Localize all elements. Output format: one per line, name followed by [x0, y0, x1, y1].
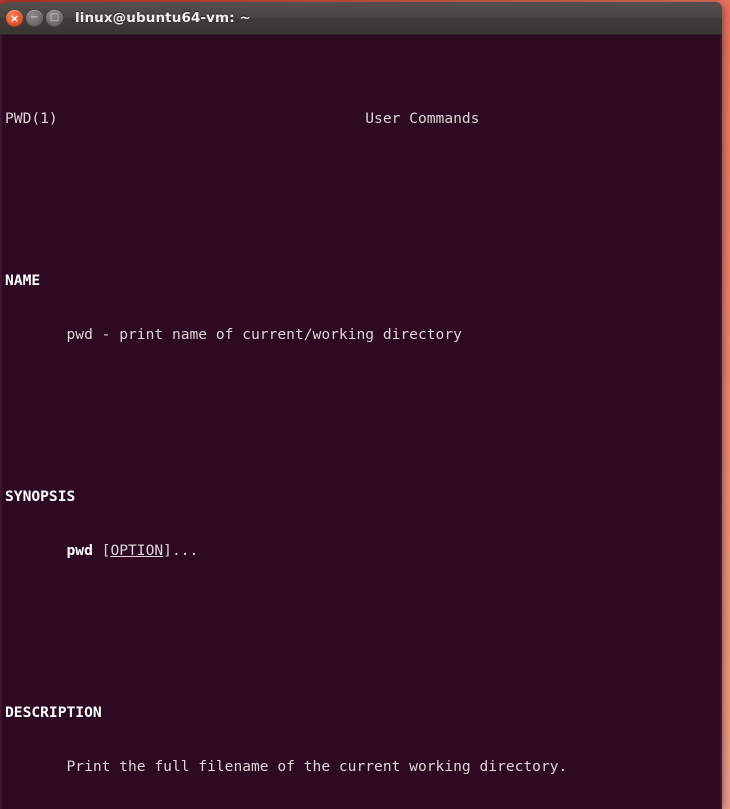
close-button-icon[interactable]: × — [6, 9, 23, 27]
header-gap-right — [479, 110, 720, 127]
header-gap-left — [58, 110, 366, 127]
section-heading-name: NAME — [5, 272, 720, 290]
heading-text: NAME — [5, 272, 41, 289]
name-body: pwd - print name of current/working dire… — [5, 326, 720, 344]
synopsis-body: pwd [OPTION]... — [5, 542, 720, 560]
section-heading-description: DESCRIPTION — [5, 704, 720, 722]
manpage-header: PWD(1) User Commands PWD(1) — [5, 110, 720, 128]
maximize-button-icon[interactable]: □ — [46, 9, 63, 27]
header-center: User Commands — [365, 110, 480, 127]
terminal-window: × − □ linux@ubuntu64-vm: ~ PWD(1) User C… — [0, 2, 722, 809]
synopsis-command: pwd — [66, 542, 93, 559]
synopsis-option: OPTION — [110, 542, 164, 559]
terminal-body[interactable]: PWD(1) User Commands PWD(1) NAME pwd - p… — [0, 35, 722, 809]
window-titlebar[interactable]: × − □ linux@ubuntu64-vm: ~ — [0, 2, 722, 35]
minimize-button-icon[interactable]: − — [26, 9, 43, 27]
name-body-text: pwd - print name of current/working dire… — [66, 326, 462, 343]
description-intro-text: Print the full filename of the current w… — [66, 758, 568, 775]
heading-text: DESCRIPTION — [5, 704, 102, 721]
heading-text: SYNOPSIS — [5, 488, 76, 505]
manpage-viewport: PWD(1) User Commands PWD(1) NAME pwd - p… — [5, 38, 720, 809]
window-controls: × − □ — [0, 9, 63, 27]
description-intro: Print the full filename of the current w… — [5, 758, 720, 776]
window-title: linux@ubuntu64-vm: ~ — [75, 10, 251, 26]
synopsis-bracket-open: [ — [92, 542, 111, 559]
synopsis-bracket-close: ]... — [163, 542, 199, 559]
header-left: PWD(1) — [5, 110, 58, 127]
section-heading-synopsis: SYNOPSIS — [5, 488, 720, 506]
